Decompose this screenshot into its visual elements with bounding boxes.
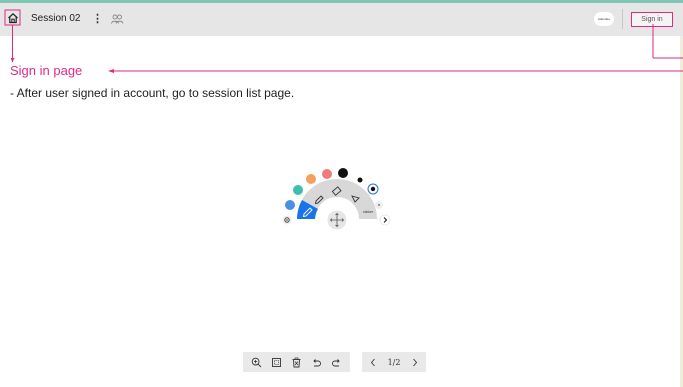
previous-page-button[interactable] (368, 355, 378, 369)
fit-screen-button[interactable] (270, 355, 284, 369)
delete-button[interactable] (289, 355, 303, 369)
move-handle[interactable] (327, 210, 347, 230)
palette-settings-icon[interactable] (282, 215, 292, 225)
color-blue[interactable] (285, 200, 295, 210)
chevron-right-icon (413, 358, 418, 366)
zoom-in-button[interactable] (250, 355, 264, 369)
page-indicator: 1/2 (387, 357, 401, 367)
home-icon (8, 12, 18, 24)
color-teal[interactable] (293, 185, 303, 195)
home-button[interactable] (6, 11, 20, 25)
redo-icon (331, 358, 340, 366)
undo-button[interactable] (309, 355, 323, 369)
toolbar-divider (622, 9, 623, 29)
redo-button[interactable] (329, 355, 343, 369)
top-bar: Session 02 ⋮ Attendee Sign in (0, 3, 683, 36)
next-page-button[interactable] (410, 355, 420, 369)
sticker-tool[interactable]: sticker (363, 210, 374, 214)
trash-icon (292, 357, 301, 367)
undo-icon (313, 358, 321, 366)
fit-screen-icon (272, 357, 282, 367)
participants-button[interactable] (110, 12, 124, 26)
chevron-left-icon (370, 358, 375, 366)
color-red[interactable] (322, 169, 332, 179)
zoom-in-icon (252, 357, 262, 367)
sign-in-button[interactable]: Sign in (631, 12, 673, 27)
color-black-small[interactable] (357, 177, 363, 183)
session-title: Session 02 (31, 13, 81, 24)
page-navigator: 1/2 (362, 352, 426, 372)
avatar[interactable]: Attendee (594, 12, 614, 26)
palette-expand-button[interactable] (379, 214, 391, 226)
participants-icon (111, 14, 124, 24)
color-orange[interactable] (306, 174, 316, 184)
drawing-palette: sticker (270, 160, 400, 240)
bottom-toolbar (243, 352, 350, 372)
annotation-description: - After user signed in account, go to se… (10, 86, 295, 100)
more-options-icon[interactable]: ⋮ (92, 12, 103, 26)
annotation-title: Sign in page (10, 63, 83, 78)
color-black[interactable] (338, 168, 348, 178)
